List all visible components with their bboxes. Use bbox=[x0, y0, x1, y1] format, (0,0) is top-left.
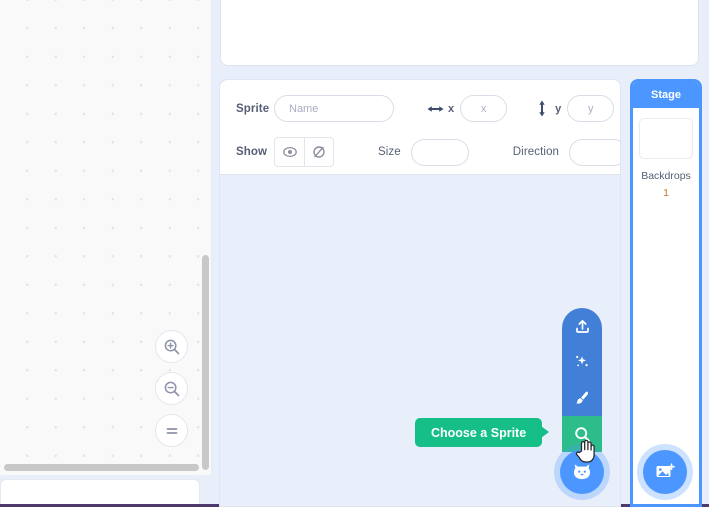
stage-canvas[interactable] bbox=[220, 0, 699, 66]
zoom-controls bbox=[155, 330, 188, 447]
show-button[interactable] bbox=[275, 138, 304, 166]
show-label: Show bbox=[236, 146, 268, 158]
direction-label: Direction bbox=[512, 146, 560, 158]
tooltip-text: Choose a Sprite bbox=[431, 425, 527, 440]
upload-sprite-button[interactable] bbox=[562, 308, 602, 344]
upload-icon bbox=[575, 319, 589, 333]
paintbrush-icon bbox=[576, 391, 589, 404]
eye-icon bbox=[282, 146, 297, 158]
vertical-arrow-icon bbox=[533, 100, 551, 117]
zoom-reset-button[interactable] bbox=[155, 414, 188, 447]
sprite-add-menu bbox=[562, 308, 602, 452]
sparkles-icon bbox=[576, 355, 588, 367]
sprite-name-value: Name bbox=[289, 102, 319, 115]
stage-selector-header: Stage bbox=[633, 82, 699, 108]
stage-thumbnail bbox=[639, 118, 693, 159]
search-icon bbox=[574, 426, 590, 442]
sprite-direction-input[interactable] bbox=[569, 138, 620, 166]
y-label: y bbox=[555, 102, 562, 115]
choose-sprite-button[interactable] bbox=[562, 416, 602, 452]
eye-slash-icon bbox=[313, 146, 325, 158]
backdrops-label: Backdrops bbox=[641, 170, 691, 182]
add-backdrop-button[interactable] bbox=[643, 450, 687, 494]
zoom-in-icon bbox=[164, 339, 179, 354]
backdrops-info: Backdrops 1 bbox=[633, 168, 699, 202]
sprite-info-row-2: Show Size Direction bbox=[236, 137, 620, 167]
sprite-name-label: Sprite bbox=[236, 102, 270, 115]
x-label: x bbox=[448, 102, 455, 115]
sprite-info-panel: Sprite Name x x y y Show Size Direction bbox=[220, 80, 620, 175]
zoom-out-button[interactable] bbox=[155, 372, 188, 405]
horizontal-arrow-icon bbox=[426, 103, 444, 115]
sprite-info-row-1: Sprite Name x x y y bbox=[236, 95, 615, 122]
add-sprite-fab[interactable] bbox=[560, 450, 604, 494]
workspace-vertical-scrollbar[interactable] bbox=[202, 255, 209, 470]
sprite-list[interactable] bbox=[220, 176, 620, 506]
show-hide-toggle bbox=[274, 137, 334, 167]
size-label: Size bbox=[378, 146, 401, 158]
workspace-horizontal-scrollbar[interactable] bbox=[4, 464, 199, 471]
sprite-name-input[interactable]: Name bbox=[274, 95, 394, 122]
sprite-x-value: x bbox=[480, 102, 487, 115]
sprite-y-input[interactable]: y bbox=[567, 95, 615, 122]
sprite-x-input[interactable]: x bbox=[460, 95, 508, 122]
sprite-size-input[interactable] bbox=[410, 138, 469, 166]
scratch-editor: Sprite Name x x y y Show Size Direction … bbox=[0, 0, 709, 507]
code-workspace[interactable] bbox=[0, 0, 212, 475]
hide-button[interactable] bbox=[304, 138, 333, 166]
backdrops-count: 1 bbox=[663, 186, 669, 199]
cat-icon bbox=[574, 464, 590, 480]
paint-sprite-button[interactable] bbox=[562, 380, 602, 416]
image-add-icon bbox=[656, 463, 675, 477]
zoom-out-icon bbox=[164, 381, 179, 396]
surprise-sprite-button[interactable] bbox=[562, 344, 602, 380]
block-palette-footer bbox=[0, 479, 200, 507]
zoom-in-button[interactable] bbox=[155, 330, 188, 363]
equals-icon bbox=[166, 427, 177, 434]
stage-selector[interactable]: Stage Backdrops 1 bbox=[630, 79, 702, 507]
sprite-y-value: y bbox=[588, 102, 594, 115]
sprite-tooltip: Choose a Sprite bbox=[415, 418, 550, 447]
